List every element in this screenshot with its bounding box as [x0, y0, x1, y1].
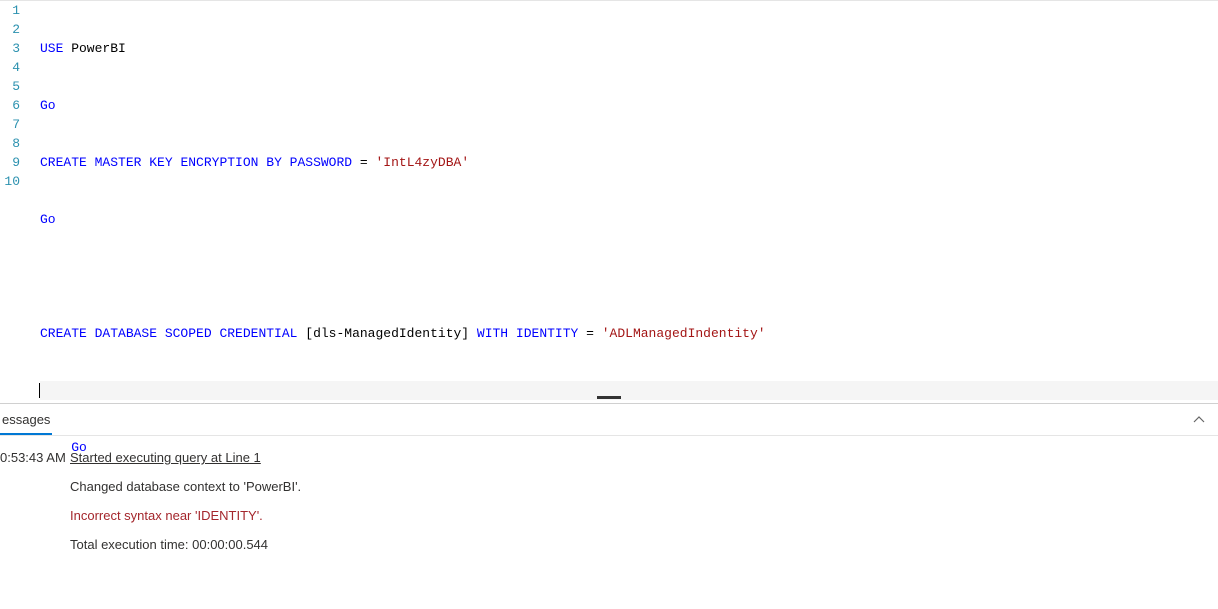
resize-grip-icon [597, 396, 621, 399]
line-number: 7 [0, 115, 20, 134]
line-number: 2 [0, 20, 20, 39]
code-line[interactable]: USE PowerBI [40, 39, 1218, 58]
code-content[interactable]: USE PowerBI Go CREATE MASTER KEY ENCRYPT… [28, 1, 1218, 398]
code-line[interactable]: Go [40, 210, 1218, 229]
text-cursor [39, 383, 40, 398]
line-number: 1 [0, 1, 20, 20]
code-line[interactable]: CREATE MASTER KEY ENCRYPTION BY PASSWORD… [40, 153, 1218, 172]
panel-resize-handle[interactable] [0, 398, 1218, 404]
line-number: 8 [0, 134, 20, 153]
line-number: 10 [0, 172, 20, 191]
code-line[interactable]: Go [40, 96, 1218, 115]
line-number: 6 [0, 96, 20, 115]
code-line[interactable]: Go [40, 438, 1218, 457]
line-number: 9 [0, 153, 20, 172]
line-number: 3 [0, 39, 20, 58]
code-line[interactable]: CREATE DATABASE SCOPED CREDENTIAL [dls-M… [40, 324, 1218, 343]
line-number-gutter: 1 2 3 4 5 6 7 8 9 10 [0, 1, 28, 398]
line-number: 5 [0, 77, 20, 96]
code-editor[interactable]: 1 2 3 4 5 6 7 8 9 10 USE PowerBI Go CREA… [0, 0, 1218, 398]
line-number: 4 [0, 58, 20, 77]
code-line[interactable] [40, 495, 1218, 514]
code-line[interactable] [40, 552, 1218, 571]
code-line[interactable] [40, 267, 1218, 286]
